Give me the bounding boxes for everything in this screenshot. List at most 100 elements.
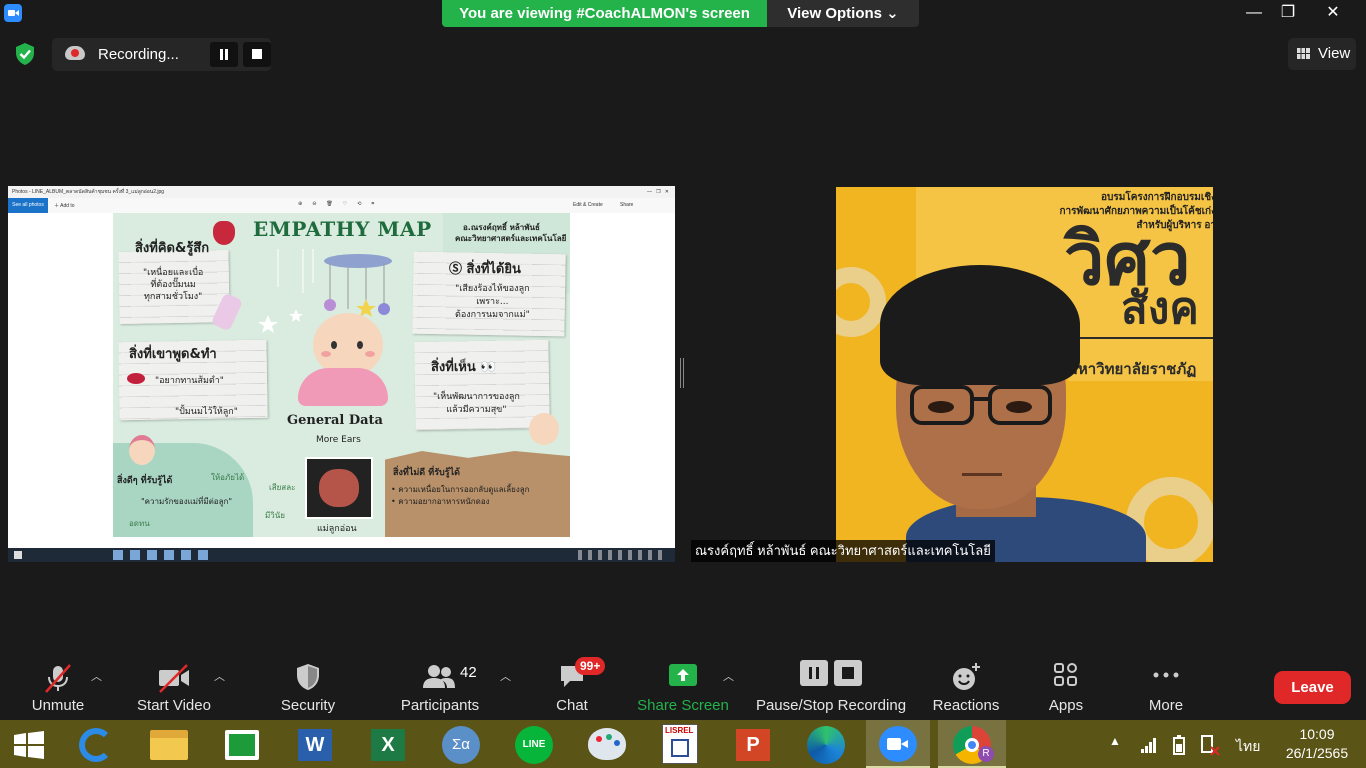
participants-button[interactable]: 42 Participants xyxy=(393,650,487,720)
see-quote: "เห็นพัฒนาการของลูก แล้วมีความสุข" xyxy=(433,392,520,415)
say-do-heading: สิ่งที่เขาพูด&ทำ xyxy=(129,347,217,362)
chat-button[interactable]: 99+ Chat xyxy=(540,650,606,720)
math-icon: Σα xyxy=(442,726,480,764)
video-options-caret[interactable]: ︿ xyxy=(214,668,225,684)
pause-stop-recording-button[interactable]: Pause/Stop Recording xyxy=(750,650,912,720)
unmute-button[interactable]: Unmute xyxy=(18,650,98,720)
powerpoint-icon: P xyxy=(736,729,770,761)
girl-icon xyxy=(129,435,155,465)
participant-name-tag: ณรงค์ฤทธิ์ หล้าพันธ์ คณะวิทยาศาสตร์และเท… xyxy=(691,540,995,562)
edge-taskbar-button[interactable] xyxy=(798,720,854,768)
hear-heading: Ⓢ สิ่งที่ได้ยิน xyxy=(449,262,521,277)
pause-stop-icon xyxy=(800,660,862,686)
apps-icon xyxy=(1054,663,1077,686)
battery-icon[interactable] xyxy=(1170,734,1190,756)
store-taskbar-button[interactable] xyxy=(214,720,270,768)
shared-screen: Photos - LINE_ALBUM_ตลาดนัดสินค้าชุมชน ค… xyxy=(8,186,675,562)
see-all-photos-button[interactable]: See all photos xyxy=(8,198,48,213)
internet-explorer-icon xyxy=(79,728,113,762)
ultrasound-photo xyxy=(305,457,373,519)
security-shield-icon xyxy=(297,664,319,690)
view-options-button[interactable]: View Options ⌄ xyxy=(767,0,919,27)
edit-create-button[interactable]: Edit & Create xyxy=(573,202,603,208)
encryption-shield-icon[interactable] xyxy=(14,42,36,66)
audio-options-caret[interactable]: ︿ xyxy=(91,668,102,684)
calculator-taskbar-button[interactable]: Σα xyxy=(433,720,489,768)
word-taskbar-button[interactable]: W xyxy=(287,720,343,768)
shared-tray-icons xyxy=(578,550,668,560)
video-camera-off-icon xyxy=(159,664,189,693)
small-baby-icon xyxy=(529,413,559,445)
more-button[interactable]: More xyxy=(1134,650,1198,720)
windows-logo-icon xyxy=(14,731,44,759)
reactions-button[interactable]: Reactions xyxy=(928,650,1004,720)
powerpoint-taskbar-button[interactable]: P xyxy=(725,720,781,768)
line-app-icon: LINE xyxy=(515,726,553,764)
think-feel-quote: "เหนื่อยและเบื่อ ที่ต้องปั๊มนม ทุกสามชั่… xyxy=(143,268,204,302)
avatar-hair xyxy=(880,265,1080,385)
cloud-recording-icon xyxy=(65,46,85,60)
zoom-taskbar-button[interactable] xyxy=(866,720,930,768)
lisrel-taskbar-button[interactable]: LISREL xyxy=(652,720,708,768)
file-explorer-taskbar-button[interactable] xyxy=(141,720,197,768)
security-button[interactable]: Security xyxy=(272,650,344,720)
paint-palette-icon xyxy=(588,728,626,760)
participants-options-caret[interactable]: ︿ xyxy=(500,668,511,684)
ear-icon: Ⓢ xyxy=(449,262,463,277)
excel-icon: X xyxy=(371,729,405,761)
zoom-app-icon xyxy=(879,726,917,762)
grid-icon xyxy=(1297,48,1310,59)
taskbar-time[interactable]: 10:09 xyxy=(1285,726,1349,742)
store-bag-icon xyxy=(225,730,259,760)
share-screen-button[interactable]: Share Screen xyxy=(634,650,732,720)
pain-list: • ความเหนื่อยในการออกลับดูแลเลี้ยงลูก • … xyxy=(391,485,530,506)
share-screen-arrow-icon xyxy=(669,664,697,686)
internet-explorer-taskbar-button[interactable] xyxy=(68,720,124,768)
baby-caption: แม่ลูกอ่อน xyxy=(317,524,357,534)
reactions-smiley-icon xyxy=(953,663,980,690)
line-taskbar-button[interactable]: LINE xyxy=(506,720,562,768)
add-to-button[interactable]: ＋ Add to xyxy=(54,202,75,209)
photo-tool-icons: ⊕⊖🗑♡⟲⌗ xyxy=(298,201,385,207)
leave-button[interactable]: Leave xyxy=(1274,671,1351,704)
banner-big-text-2: สังค xyxy=(1121,284,1199,333)
start-button[interactable] xyxy=(0,720,56,768)
poster-faculty: คณะวิทยาศาสตร์และเทคโนโลยี xyxy=(455,234,567,243)
pause-recording-button[interactable] xyxy=(210,42,238,67)
taskbar-date[interactable]: 26/1/2565 xyxy=(1280,745,1354,761)
excel-taskbar-button[interactable]: X xyxy=(360,720,416,768)
photos-toolbar: See all photos ＋ Add to ⊕⊖🗑♡⟲⌗ Edit & Cr… xyxy=(8,198,675,213)
say-do-quote-2: "ปั้มนมไว้ให้ลูก" xyxy=(175,407,238,417)
input-language[interactable]: ไทย xyxy=(1236,736,1260,758)
stop-recording-button[interactable] xyxy=(243,42,271,67)
chat-unread-badge: 99+ xyxy=(575,657,606,675)
heart-icon xyxy=(213,221,235,245)
folder-icon xyxy=(150,730,188,760)
more-ears-label: More Ears xyxy=(316,435,361,445)
profile-badge: R xyxy=(978,746,994,762)
participant-video[interactable]: อบรมโครงการฝึกอบรมเชิง การพัฒนาศักยภาพคว… xyxy=(836,187,1213,562)
meeting-toolbar: Unmute ︿ Start Video ︿ Security 42 Parti… xyxy=(0,650,1366,720)
maximize-icon[interactable]: ❐ xyxy=(1268,0,1308,28)
say-do-quote-1: "อยากทานส้มตำ" xyxy=(155,376,224,386)
microphone-muted-icon xyxy=(45,664,71,693)
start-video-button[interactable]: Start Video xyxy=(130,650,218,720)
close-icon[interactable]: ✕ xyxy=(1313,0,1353,28)
shared-taskbar-apps xyxy=(113,550,213,560)
share-options-caret[interactable]: ︿ xyxy=(723,668,734,684)
chevron-down-icon: ⌄ xyxy=(886,5,899,22)
tray-overflow-icon[interactable]: ▲ xyxy=(1109,734,1121,748)
paint-taskbar-button[interactable] xyxy=(579,720,635,768)
view-button[interactable]: View xyxy=(1288,38,1356,70)
volume-muted-icon[interactable] xyxy=(1199,734,1221,756)
chrome-taskbar-button[interactable]: R xyxy=(938,720,1006,768)
share-photo-button[interactable]: Share xyxy=(620,202,633,208)
participants-icon xyxy=(423,665,455,688)
hear-quote: "เสียงร้องไห้ของลูก เพราะ... ต้องการนมจา… xyxy=(455,284,530,320)
panel-splitter-handle[interactable] xyxy=(680,358,684,388)
shared-windows-taskbar xyxy=(8,548,675,562)
recording-label: Recording... xyxy=(98,46,179,63)
signal-icon[interactable] xyxy=(1140,736,1158,754)
windows-taskbar: W X Σα LINE LISREL P R ▲ ไทย 10:09 26/1/… xyxy=(0,720,1366,768)
apps-button[interactable]: Apps xyxy=(1036,650,1096,720)
